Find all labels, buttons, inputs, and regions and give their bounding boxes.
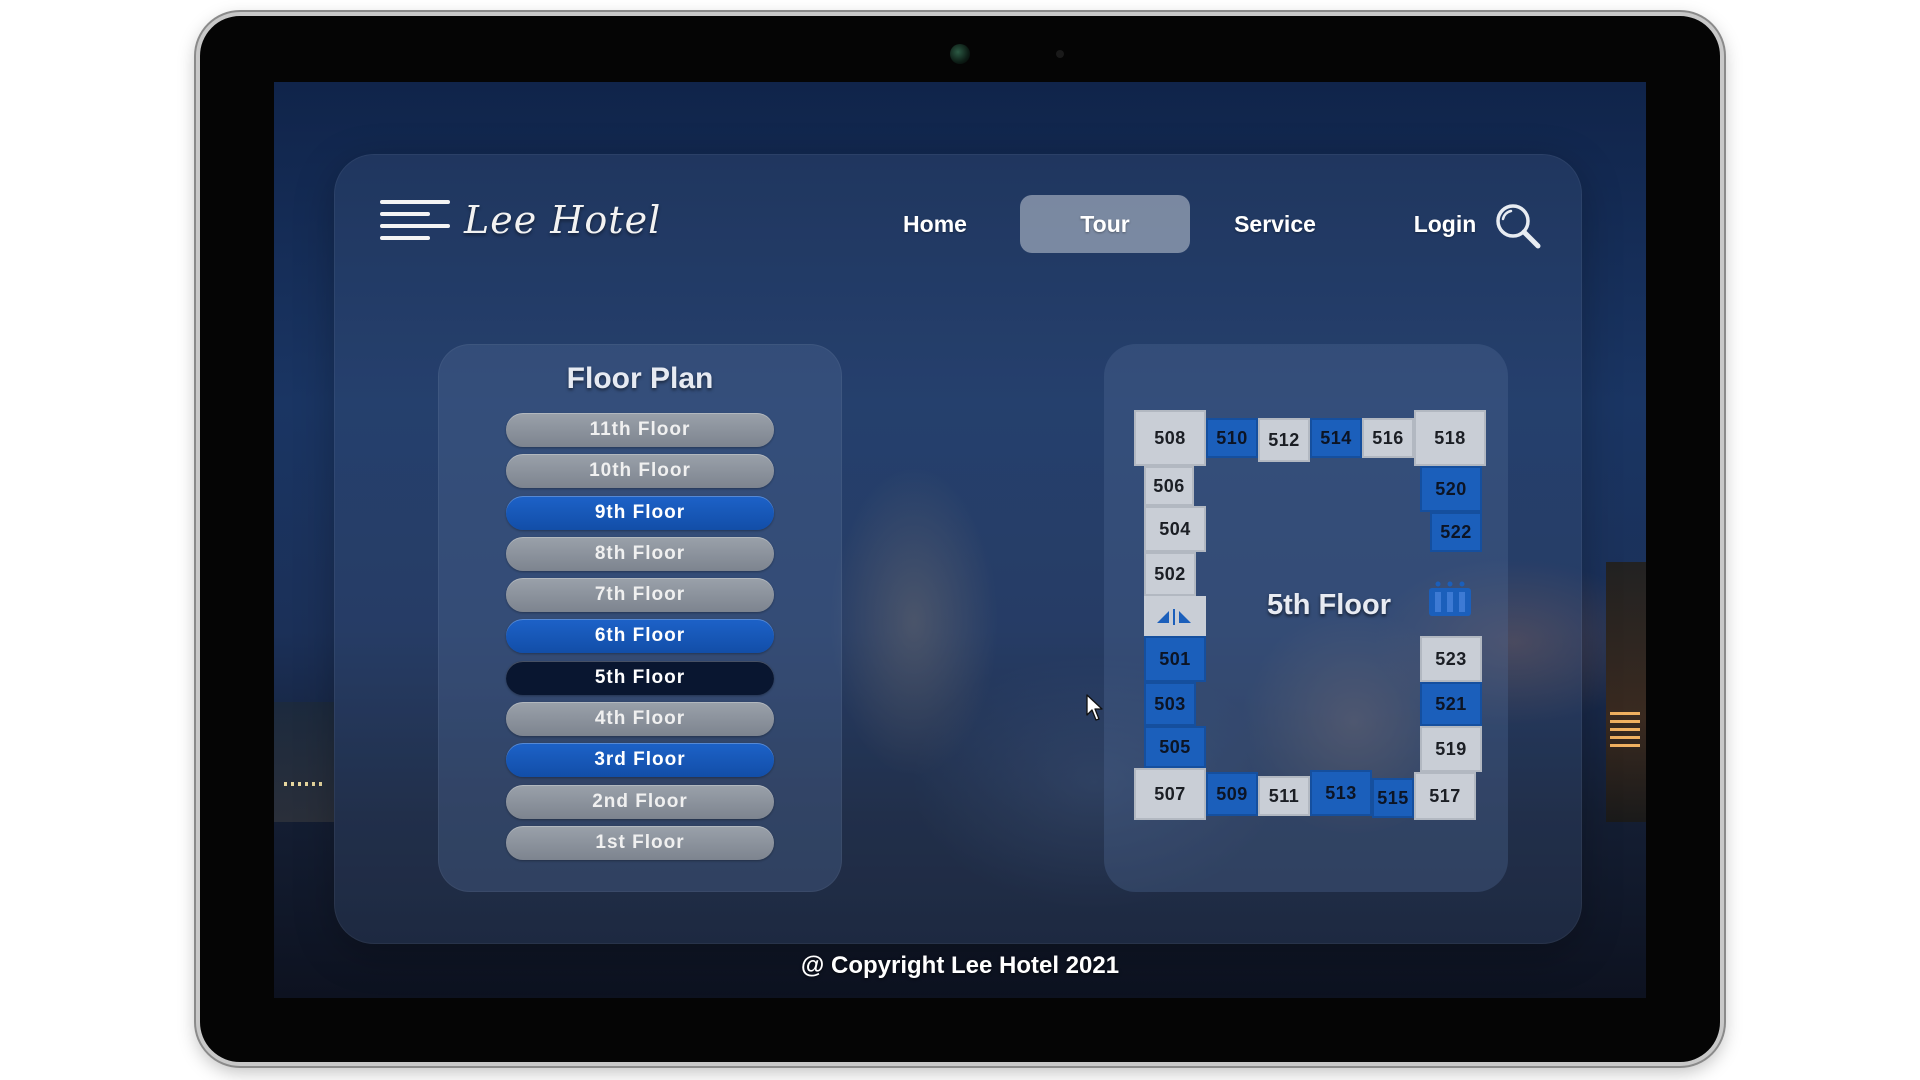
floor-list: 11th Floor 10th Floor 9th Floor 8th Floo… [506,413,774,867]
room-523[interactable]: 523 [1420,636,1482,682]
menu-line-icon [380,236,430,240]
menu-line-icon [380,212,430,216]
search-icon[interactable] [1492,200,1544,252]
room-507[interactable]: 507 [1134,768,1206,820]
background-city-left [274,702,334,822]
room-512[interactable]: 512 [1258,418,1310,462]
room-519[interactable]: 519 [1420,726,1482,772]
floor-plan-card: Floor Plan 11th Floor 10th Floor 9th Flo… [438,344,842,892]
restroom-icon[interactable] [1144,596,1206,636]
room-520[interactable]: 520 [1420,466,1482,512]
room-506[interactable]: 506 [1144,466,1194,506]
room-515[interactable]: 515 [1372,778,1414,818]
room-502[interactable]: 502 [1144,552,1196,596]
main-panel: Lee Hotel Home Tour Service Login Floor … [334,154,1582,944]
room-510[interactable]: 510 [1206,418,1258,458]
logo[interactable]: Lee Hotel [464,198,661,242]
floor-button-8[interactable]: 8th Floor [506,536,774,571]
copyright-footer: @ Copyright Lee Hotel 2021 [800,952,1120,979]
menu-line-icon [380,200,450,204]
room-514[interactable]: 514 [1310,418,1362,458]
floor-button-6[interactable]: 6th Floor [506,619,774,654]
room-516[interactable]: 516 [1362,418,1414,458]
floor-button-4[interactable]: 4th Floor [506,702,774,737]
room-521[interactable]: 521 [1420,682,1482,726]
floor-map-title: 5th Floor [1266,589,1392,621]
floor-button-3[interactable]: 3rd Floor [506,743,774,778]
sensor-icon [1056,50,1064,58]
nav-tour[interactable]: Tour [1020,195,1190,253]
room-517[interactable]: 517 [1414,772,1476,820]
hamburger-menu-icon[interactable] [380,200,450,242]
floor-button-10[interactable]: 10th Floor [506,454,774,489]
floor-plan-title: Floor Plan [566,362,714,395]
mouse-pointer-icon [1086,694,1104,722]
floor-map-card: 508 510 512 514 516 518 506 520 504 522 … [1104,344,1508,892]
main-nav: Home Tour Service Login [850,195,1530,253]
camera-icon [950,44,970,64]
floor-button-5[interactable]: 5th Floor [506,660,774,695]
nav-service[interactable]: Service [1190,195,1360,253]
room-511[interactable]: 511 [1258,776,1310,816]
floor-button-9[interactable]: 9th Floor [506,495,774,530]
room-513[interactable]: 513 [1310,770,1372,816]
room-503[interactable]: 503 [1144,682,1196,726]
background-city-right [1606,562,1646,822]
room-509[interactable]: 509 [1206,772,1258,816]
nav-home[interactable]: Home [850,195,1020,253]
room-518[interactable]: 518 [1414,410,1486,466]
room-522[interactable]: 522 [1430,512,1482,552]
elevator-icon[interactable] [1424,576,1476,620]
room-501[interactable]: 501 [1144,636,1206,682]
floor-button-2[interactable]: 2nd Floor [506,784,774,819]
floor-button-11[interactable]: 11th Floor [506,413,774,447]
app-screen: Lee Hotel Home Tour Service Login Floor … [274,82,1646,998]
room-504[interactable]: 504 [1144,506,1206,552]
room-505[interactable]: 505 [1144,726,1206,768]
room-508[interactable]: 508 [1134,410,1206,466]
floor-button-7[interactable]: 7th Floor [506,578,774,613]
menu-line-icon [380,224,450,228]
floor-button-1[interactable]: 1st Floor [506,825,774,860]
